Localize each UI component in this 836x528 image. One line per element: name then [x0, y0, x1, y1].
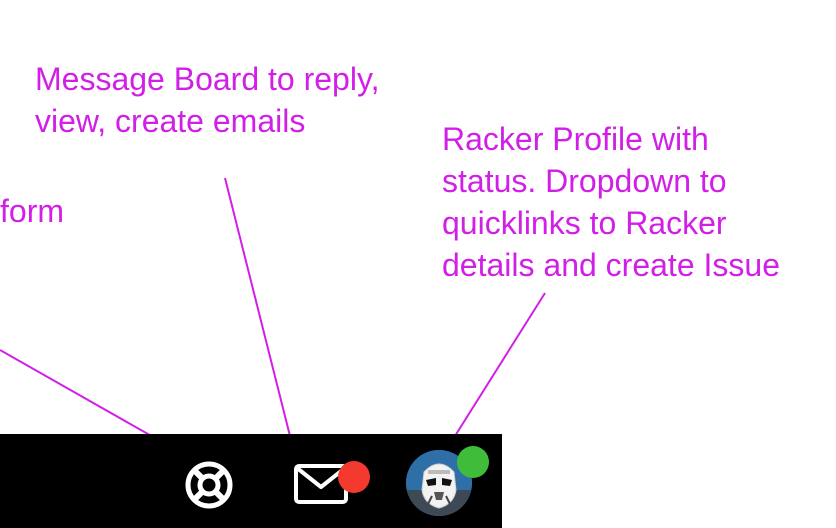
- leader-line-form: [0, 349, 156, 439]
- leader-line-racker-profile: [454, 292, 546, 437]
- racker-profile-button[interactable]: [402, 444, 496, 528]
- status-online-indicator: [457, 446, 489, 478]
- leader-line-message-board: [224, 177, 291, 437]
- message-board-button[interactable]: [290, 452, 370, 514]
- top-toolbar: [0, 434, 502, 528]
- notification-badge: [338, 461, 370, 493]
- help-button[interactable]: [180, 456, 238, 514]
- screenshot-stage: Message Board to reply, view, create ema…: [0, 0, 836, 528]
- lifebuoy-icon: [185, 461, 233, 509]
